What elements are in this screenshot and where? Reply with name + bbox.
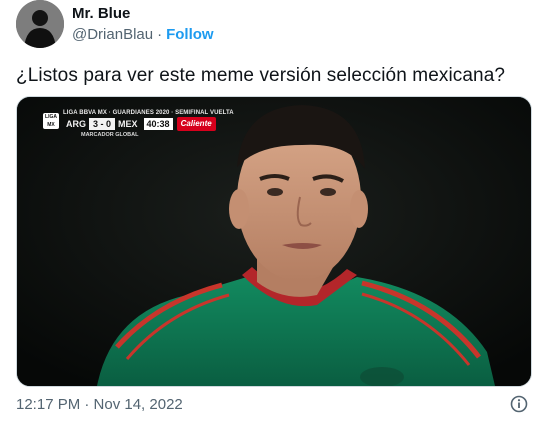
scorebug-score: 3 - 0	[89, 118, 116, 130]
separator-dot: ·	[157, 25, 163, 43]
avatar[interactable]	[16, 0, 64, 48]
tweet-card: Mr. Blue @DrianBlau · Follow ¿Listos par…	[0, 0, 546, 426]
league-logo: LIGA MX	[43, 113, 59, 129]
display-name[interactable]: Mr. Blue	[72, 5, 130, 22]
tweet-media-image[interactable]: LIGA MX LIGA BBVA MX · GUARDIANES 2020 · …	[16, 96, 532, 387]
follow-button[interactable]: Follow	[166, 26, 214, 43]
user-handle[interactable]: @DrianBlau	[72, 26, 153, 43]
scorebug-clock: 40:38	[143, 118, 173, 130]
info-circle-icon[interactable]	[510, 395, 528, 413]
player-photo	[17, 97, 531, 386]
scorebug-sponsor: Caliente	[176, 117, 216, 131]
tweet-timestamp[interactable]: 12:17 PM · Nov 14, 2022	[16, 396, 183, 413]
scorebug-aggregate-label: MARCADOR GLOBAL	[81, 132, 139, 138]
scorebug-league: LIGA BBVA MX · GUARDIANES 2020 · SEMIFIN…	[63, 110, 234, 116]
scorebug-away-team: MEX	[118, 119, 138, 129]
scorebug: LIGA MX LIGA BBVA MX · GUARDIANES 2020 · …	[43, 107, 243, 139]
scorebug-home-team: ARG	[66, 119, 86, 129]
tweet-text: ¿Listos para ver este meme versión selec…	[16, 65, 506, 86]
